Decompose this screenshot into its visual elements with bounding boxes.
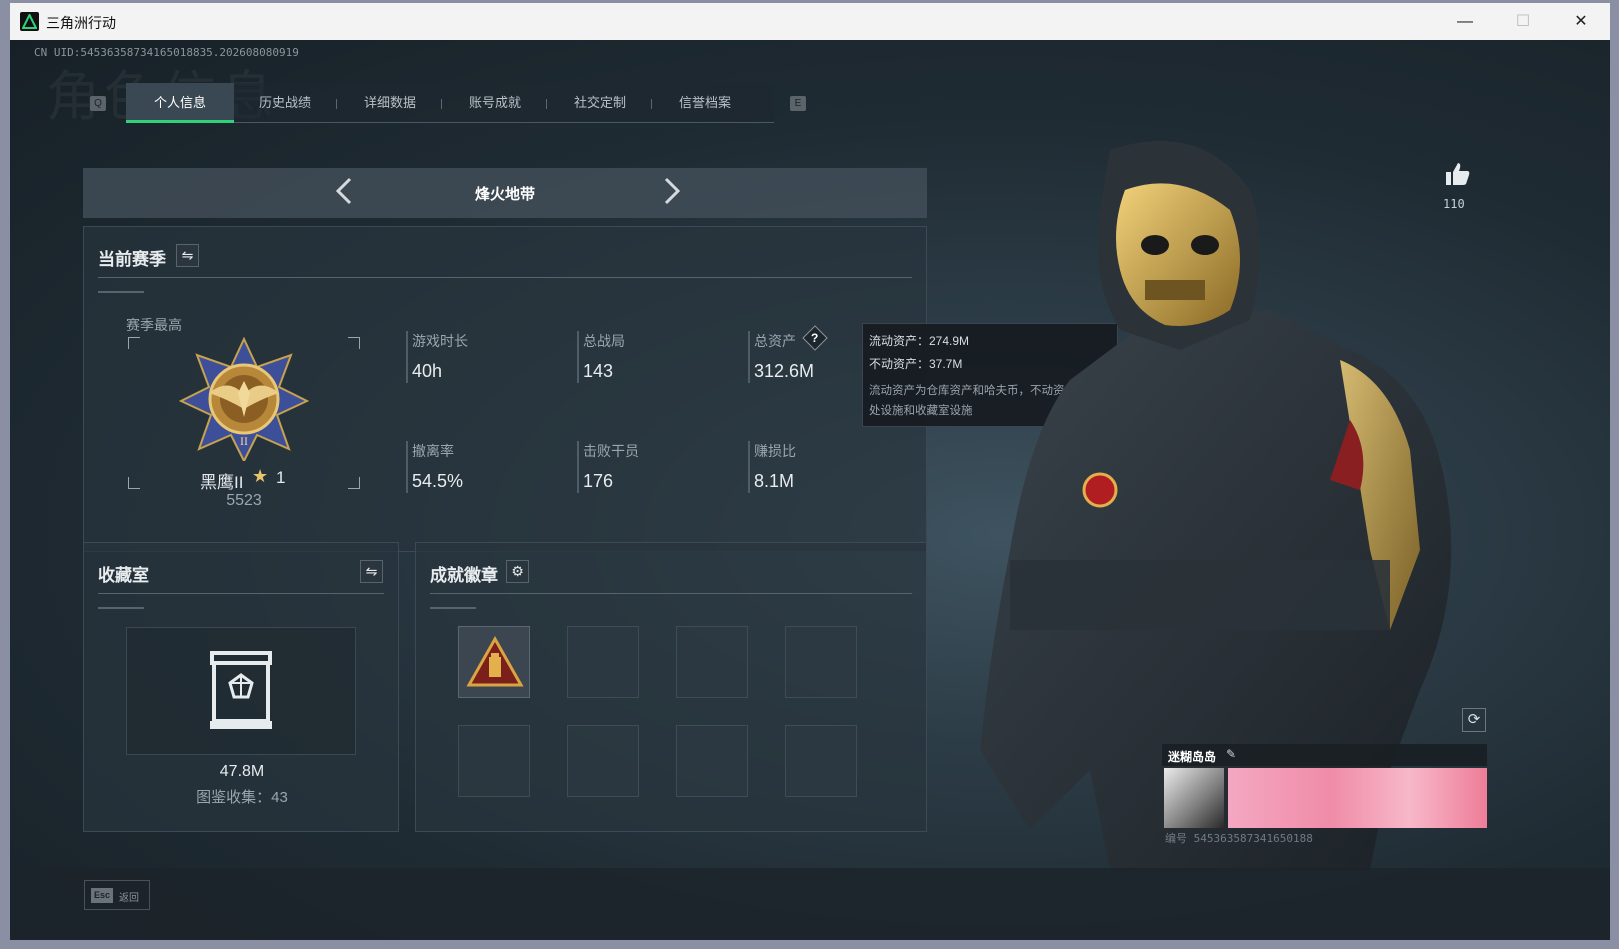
stat-value: 54.5% [412,471,464,491]
mode-selector: 烽火地带 [83,168,927,218]
divider [98,607,144,609]
mode-next-button[interactable] [661,176,683,214]
stat-play-time: 游戏时长 40h [406,331,468,383]
stat-kills: 击败干员 176 [577,441,639,493]
frame-corner [128,477,140,489]
tab-bar: Q 个人信息 历史战绩 详细数据 账号成就 社交定制 信誉档案 E [78,83,806,123]
divider [406,441,408,493]
close-button[interactable]: ✕ [1552,3,1610,40]
divider [748,331,750,383]
tab-reputation[interactable]: 信誉档案 [651,83,759,123]
divider [98,277,912,278]
swap-icon[interactable]: ⇋ [176,244,199,267]
season-title: 当前赛季 [98,250,166,269]
badge-slot[interactable] [676,626,748,698]
stat-value: 312.6M [754,361,815,381]
like-count: 110 [1443,197,1465,211]
stat-total-matches: 总战局 143 [577,331,625,383]
collection-title: 收藏室 [98,566,149,585]
badge-slot[interactable] [785,626,857,698]
divider [430,593,912,594]
maximize-button[interactable]: ☐ [1494,3,1552,40]
tab-next-key[interactable]: E [790,96,806,111]
stat-value: 143 [583,361,614,381]
collection-panel[interactable]: 收藏室 ⇋ 47.8M 图鉴收集：43 [83,542,399,832]
rank-badge-icon: II [178,336,310,466]
thumbs-up-icon[interactable] [1445,162,1471,191]
namecard-header: 迷糊岛岛 ✎ [1162,744,1487,766]
stat-label: 总战局 [583,333,625,349]
stat-label: 游戏时长 [412,333,468,349]
footer-bar: Esc 返回 [10,868,1610,940]
stat-label: 击败干员 [583,443,639,459]
tooltip-fixed-assets: 不动资产：37.7M [869,357,963,371]
rotate-icon[interactable]: ⟳ [1462,708,1486,732]
tab-achievements[interactable]: 账号成就 [441,83,549,123]
divider [430,607,476,609]
title-bar: 三角洲行动 — ☐ ✕ [10,3,1610,40]
swap-icon[interactable]: ⇋ [360,560,383,583]
season-best-label: 赛季最高 [126,317,182,333]
stat-profit-loss: 赚损比 8.1M [748,441,796,493]
badge-slot[interactable] [785,725,857,797]
badge-slot[interactable] [567,626,639,698]
display-case-icon [208,649,274,736]
achievement-badges-panel: 成就徽章 ⚙ [415,542,927,832]
player-name: 迷糊岛岛 [1168,750,1217,764]
stat-value: 40h [412,361,443,381]
tab-prev-key[interactable]: Q [90,96,106,111]
stat-label: 撤离率 [412,443,454,459]
window-title: 三角洲行动 [46,15,116,31]
rank-star-count: 1 [276,468,286,487]
back-label: 返回 [119,893,139,904]
esc-key-badge: Esc [91,888,113,903]
divider [406,331,408,383]
frame-corner [348,337,360,349]
avatar[interactable] [1164,768,1224,828]
badge-slot[interactable] [676,725,748,797]
stat-value: 8.1M [754,471,795,491]
divider [577,331,579,383]
warning-badge-icon [466,635,524,687]
gear-icon[interactable]: ⚙ [506,560,529,583]
edit-icon[interactable]: ✎ [1226,747,1236,761]
tab-history[interactable]: 历史战绩 [231,83,339,123]
mode-name: 烽火地带 [474,186,535,203]
divider [748,441,750,493]
help-icon-glyph: ? [811,331,819,345]
stat-value: 176 [583,471,614,491]
stat-total-assets: 总资产 ? 312.6M [748,325,828,383]
rank-score: 5523 [226,492,262,509]
app-logo-icon [20,12,39,31]
tab-strip: 个人信息 历史战绩 详细数据 账号成就 社交定制 信誉档案 [126,83,774,123]
star-icon: ★ [252,466,269,486]
badge-slot[interactable] [458,725,530,797]
stat-label: 赚损比 [754,443,796,459]
minimize-button[interactable]: — [1436,3,1494,40]
divider [98,593,384,594]
tab-detailed-data[interactable]: 详细数据 [336,83,444,123]
namecard-banner [1228,768,1487,828]
tab-personal-info[interactable]: 个人信息 [126,83,234,123]
divider [577,441,579,493]
rank-name: 黑鹰II [200,473,244,492]
current-season-panel: 当前赛季 ⇋ 赛季最高 II 黑鹰II ★ 1 5523 游戏时长 40h 总战… [83,226,927,552]
frame-corner [348,477,360,489]
badge-slot[interactable] [567,725,639,797]
divider [98,291,144,293]
back-button[interactable]: Esc 返回 [84,880,150,910]
collection-count: 图鉴收集：43 [196,789,288,806]
player-namecard[interactable]: 迷糊岛岛 ✎ [1162,744,1487,828]
player-uid: CN UID:545363587341650188​35.20260808091… [34,46,299,59]
player-id: 编号 545363587341650188 [1165,832,1313,845]
collection-value: 47.8M [219,763,265,780]
game-stage: 角色信息 CN UID:545363587341650188​35.202608… [10,40,1610,940]
frame-corner [128,337,140,349]
badge-slot[interactable] [458,626,530,698]
stat-extraction-rate: 撤离率 54.5% [406,441,464,493]
achievements-title: 成就徽章 [430,566,498,585]
tab-social[interactable]: 社交定制 [546,83,654,123]
app-window: 三角洲行动 — ☐ ✕ 角色信息 CN UID:5453635873416501… [10,3,1610,940]
svg-text:II: II [240,434,248,448]
